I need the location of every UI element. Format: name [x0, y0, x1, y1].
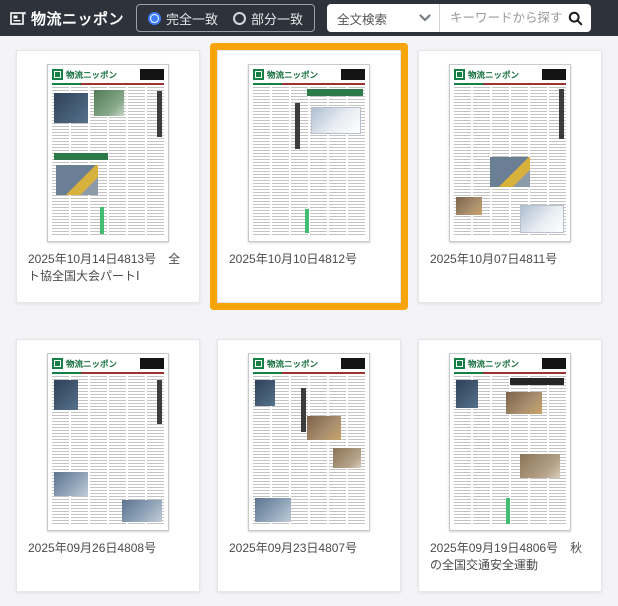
masthead-rule: [52, 372, 164, 374]
masthead-logo-icon: [253, 358, 264, 369]
masthead-issue-box: [341, 358, 365, 369]
masthead-logo-icon: [52, 69, 63, 80]
masthead-logo-icon: [454, 358, 465, 369]
search-scope-value: 全文検索: [337, 12, 388, 27]
thumb-masthead: 物流ニッポン: [454, 357, 566, 370]
thumb-photo: [122, 500, 162, 522]
issue-card-4806[interactable]: 物流ニッポン 2025年09月19日4806号 秋の全国交通安全運動: [418, 339, 602, 592]
thumb-vertical-headline: [157, 91, 162, 137]
issue-card-4813[interactable]: 物流ニッポン 2025年10月14日4813号 全ト協全国大会パートⅠ: [16, 50, 200, 303]
issue-caption: 2025年10月07日4811号: [430, 252, 558, 266]
issue-card-4812-selected[interactable]: 物流ニッポン 2025年10月10日4812号: [217, 50, 401, 303]
masthead-title: 物流ニッポン: [267, 69, 319, 80]
masthead-title: 物流ニッポン: [267, 358, 319, 369]
keyword-search-input[interactable]: [450, 11, 569, 25]
thumb-green-strip: [506, 498, 510, 524]
masthead-issue-box: [140, 358, 164, 369]
thumb-photo: [56, 165, 98, 195]
thumb-masthead: 物流ニッポン: [52, 68, 164, 81]
keyword-input-wrap: [440, 4, 591, 32]
thumb-photo: [255, 498, 291, 522]
thumb-vertical-headline: [157, 380, 162, 424]
search-scope-select[interactable]: 全文検索: [327, 4, 439, 32]
thumb-masthead: 物流ニッポン: [454, 68, 566, 81]
match-mode-radio-group: 完全一致 部分一致: [136, 4, 316, 32]
masthead-rule: [454, 372, 566, 374]
masthead-title: 物流ニッポン: [66, 358, 118, 369]
thumb-green-strip: [100, 207, 104, 234]
newspaper-thumbnail[interactable]: 物流ニッポン: [449, 353, 571, 531]
issue-grid: 物流ニッポン 2025年10月14日4813号 全ト協全国大会パートⅠ 物流ニッ…: [0, 36, 618, 606]
app-logo-text: 物流ニッポン: [31, 10, 125, 28]
thumb-vertical-headline: [295, 103, 300, 149]
thumb-vertical-headline: [301, 388, 306, 432]
search-icon[interactable]: [568, 11, 583, 26]
masthead-title: 物流ニッポン: [468, 69, 520, 80]
thumb-green-strip: [305, 209, 309, 233]
masthead-logo-icon: [52, 358, 63, 369]
masthead-rule: [253, 83, 365, 85]
thumb-photo: [333, 448, 361, 468]
radio-unselected-icon[interactable]: [233, 11, 247, 25]
masthead-rule: [253, 372, 365, 374]
radio-partial-label: 部分一致: [251, 11, 304, 27]
issue-card-4811[interactable]: 物流ニッポン 2025年10月07日4811号: [418, 50, 602, 303]
issue-caption: 2025年09月26日4808号: [28, 541, 157, 555]
radio-selected-icon[interactable]: [148, 11, 162, 25]
issue-caption: 2025年09月19日4806号 秋の全国交通安全運動: [430, 541, 583, 572]
thumb-masthead: 物流ニッポン: [253, 357, 365, 370]
thumb-photo: [520, 454, 560, 478]
app-logo: 物流ニッポン: [10, 8, 124, 29]
issue-caption: 2025年10月14日4813号 全ト協全国大会パートⅠ: [28, 252, 181, 283]
thumb-photo: [94, 90, 124, 116]
issue-caption: 2025年10月10日4812号: [229, 252, 358, 266]
newspaper-thumbnail[interactable]: 物流ニッポン: [47, 64, 169, 242]
masthead-issue-box: [140, 69, 164, 80]
newspaper-thumbnail[interactable]: 物流ニッポン: [248, 353, 370, 531]
masthead-logo-icon: [253, 69, 264, 80]
radio-partial-match[interactable]: 部分一致: [233, 9, 303, 28]
masthead-rule: [454, 83, 566, 85]
newspaper-thumbnail[interactable]: 物流ニッポン: [47, 353, 169, 531]
issue-card-4807[interactable]: 物流ニッポン 2025年09月23日4807号: [217, 339, 401, 592]
thumb-masthead: 物流ニッポン: [52, 357, 164, 370]
thumb-photo: [54, 380, 78, 410]
thumb-headline-bar: [510, 378, 564, 385]
thumb-photo: [520, 205, 564, 233]
thumb-headline-bar: [307, 89, 363, 96]
thumb-photo: [255, 380, 275, 406]
thumb-photo: [54, 93, 88, 123]
masthead-title: 物流ニッポン: [66, 69, 118, 80]
masthead-issue-box: [341, 69, 365, 80]
search-box: 全文検索: [327, 4, 592, 32]
issue-caption: 2025年09月23日4807号: [229, 541, 358, 555]
thumb-photo: [307, 416, 341, 440]
masthead-logo-icon: [454, 69, 465, 80]
newspaper-logo-icon: [10, 11, 26, 25]
masthead-rule: [52, 83, 164, 85]
thumb-photo: [54, 472, 88, 496]
newspaper-thumbnail[interactable]: 物流ニッポン: [449, 64, 571, 242]
thumb-photo: [311, 107, 361, 134]
thumb-masthead: 物流ニッポン: [253, 68, 365, 81]
thumb-photo: [456, 380, 478, 408]
masthead-title: 物流ニッポン: [468, 358, 520, 369]
thumb-headline-bar: [54, 153, 108, 160]
thumb-vertical-headline: [559, 89, 564, 139]
thumb-photo: [456, 197, 482, 215]
thumb-photo: [490, 157, 530, 187]
issue-card-4808[interactable]: 物流ニッポン 2025年09月26日4808号: [16, 339, 200, 592]
chevron-down-icon: [419, 14, 431, 22]
radio-exact-match[interactable]: 完全一致: [148, 9, 218, 28]
masthead-issue-box: [542, 358, 566, 369]
masthead-issue-box: [542, 69, 566, 80]
top-header-bar: 物流ニッポン 完全一致 部分一致 全文検索: [0, 0, 618, 36]
thumb-photo: [506, 392, 542, 414]
radio-exact-label: 完全一致: [166, 11, 219, 27]
newspaper-thumbnail[interactable]: 物流ニッポン: [248, 64, 370, 242]
